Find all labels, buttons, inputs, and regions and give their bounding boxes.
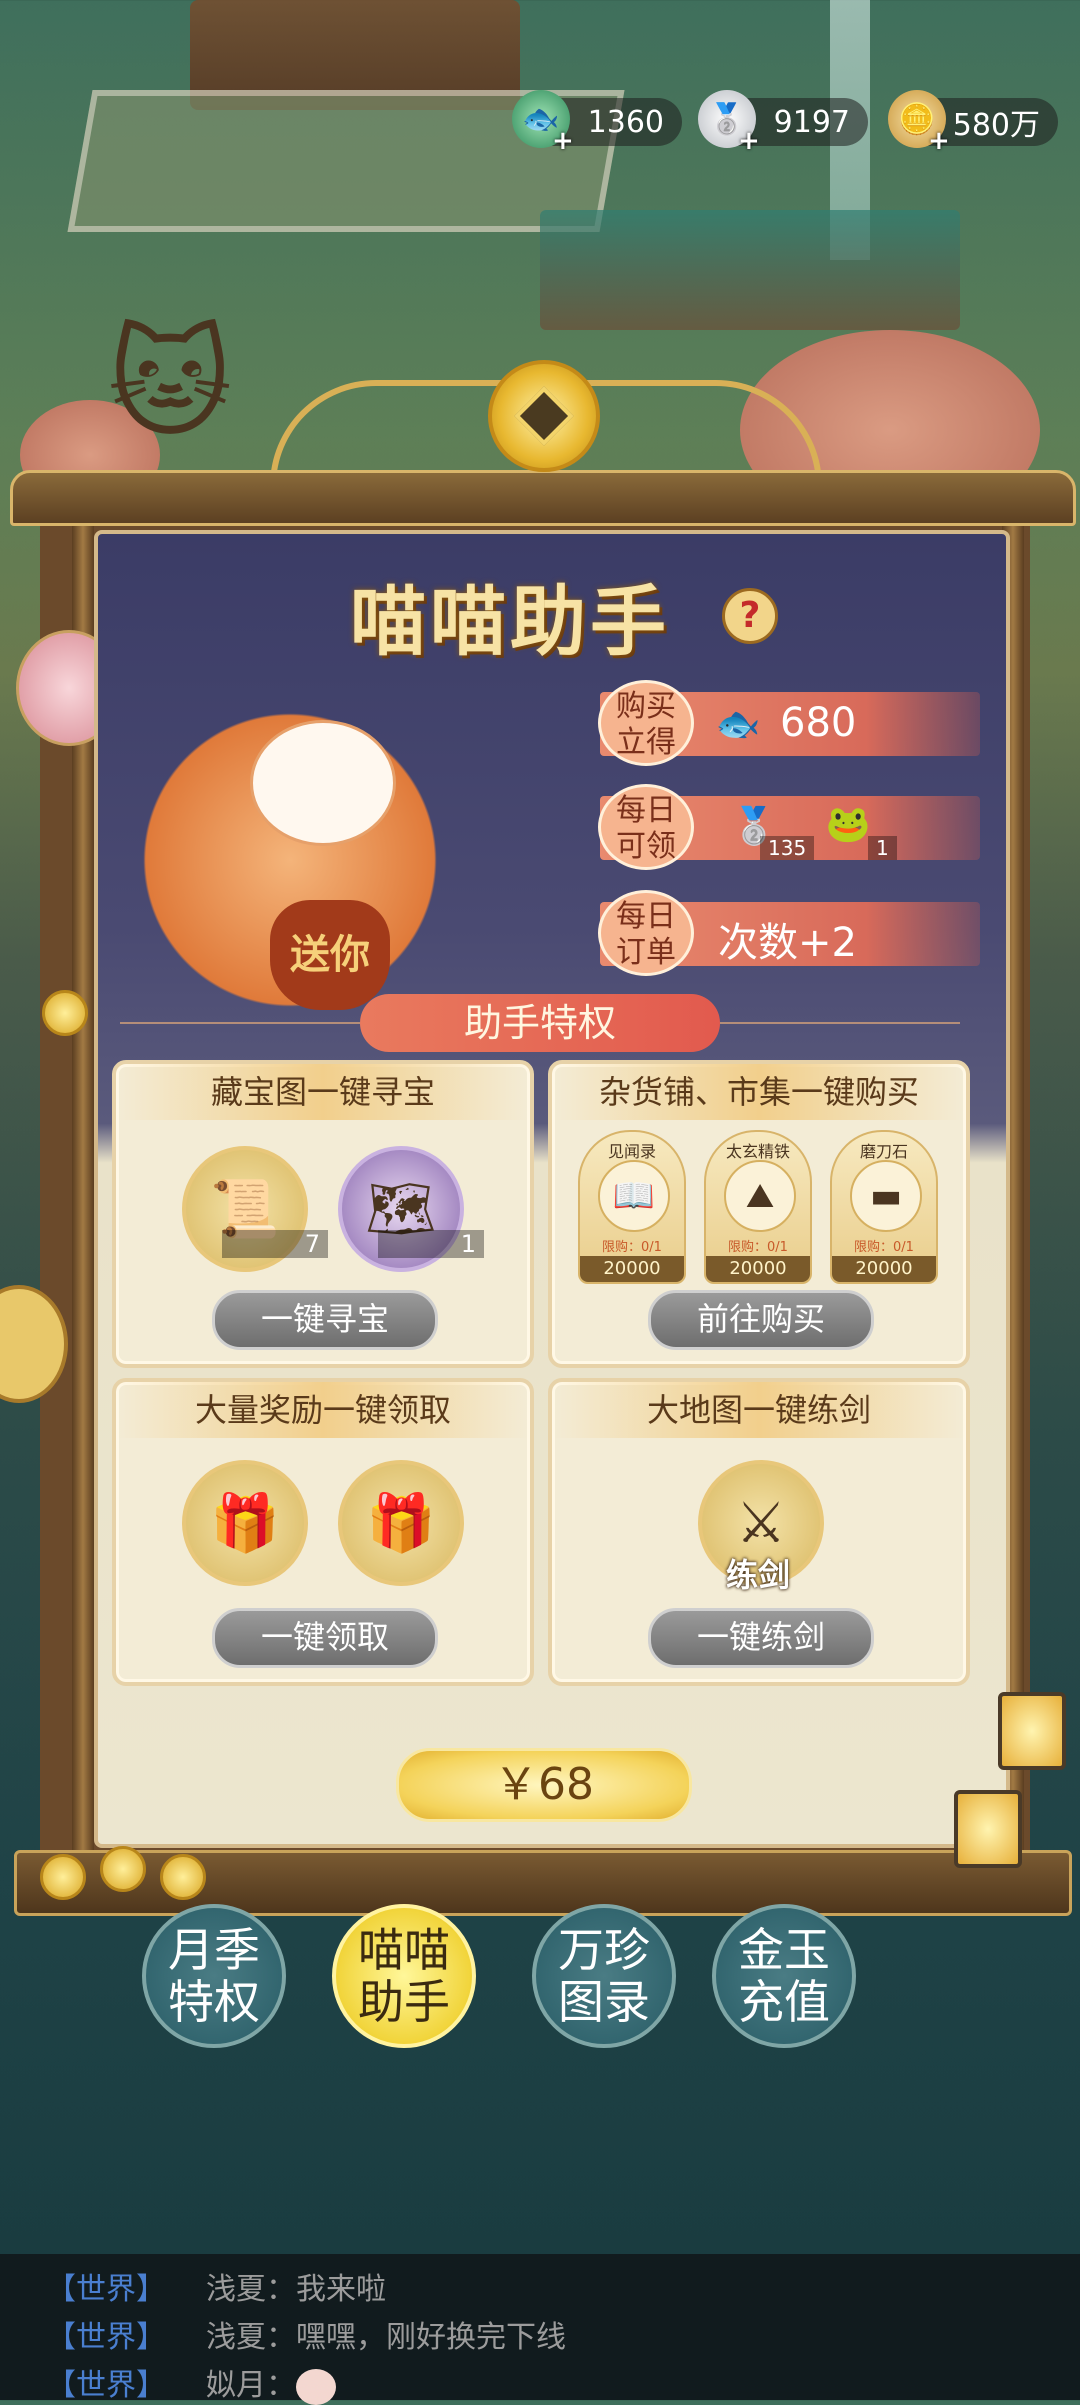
chat-channel: 【世界】: [46, 2368, 166, 2403]
currency-jade[interactable]: 🐟 + 1360: [512, 90, 682, 156]
frame-roof-beam: [10, 470, 1076, 526]
tab-label: 助手: [358, 1975, 450, 2029]
cat-face: [250, 720, 396, 846]
shop-item-name: 磨刀石: [859, 1142, 908, 1161]
one-click-claim-button[interactable]: 一键领取: [212, 1608, 438, 1668]
coin-icon: [40, 1854, 86, 1900]
tag-line: 每日: [616, 793, 676, 828]
tab-label: 图录: [558, 1975, 650, 2029]
reward-chest-icon: 🎁: [182, 1460, 308, 1586]
jade-fish-icon: 🐟: [715, 704, 761, 745]
chat-text: 浅夏：我来啦: [206, 2272, 386, 2307]
benefit-tag: 购买 立得: [598, 680, 694, 766]
shop-item-price: 20000: [706, 1256, 810, 1282]
item-qty: 1: [378, 1230, 484, 1258]
lantern-icon: [998, 1692, 1066, 1770]
coin-icon: [42, 990, 88, 1036]
reward-chest-icon: 🎁: [338, 1460, 464, 1586]
currency-value: 9197: [773, 104, 850, 140]
shop-item[interactable]: 见闻录 📖 限购：0/1 20000: [578, 1130, 686, 1284]
chat-channel: 【世界】: [46, 2272, 166, 2307]
add-icon[interactable]: +: [738, 126, 760, 156]
add-icon[interactable]: +: [552, 126, 574, 156]
shop-item-limit: 限购：0/1: [854, 1240, 914, 1255]
tag-line: 每日: [616, 899, 676, 934]
chat-channel: 【世界】: [46, 2320, 166, 2355]
whetstone-icon: ▬: [850, 1160, 922, 1232]
tab-label: 特权: [168, 1975, 260, 2029]
shop-item[interactable]: 磨刀石 ▬ 限购：0/1 20000: [830, 1130, 938, 1284]
waving-cat-icon: 🐱: [107, 315, 233, 454]
gift-bag: 送你: [270, 900, 390, 1010]
card-claim-rewards: 大量奖励一键领取 🎁 🎁 一键领取: [112, 1378, 534, 1686]
card-shop-buy: 杂货铺、市集一键购买 见闻录 📖 限购：0/1 20000 太玄精铁 ⛰ 限购：…: [548, 1060, 970, 1368]
tab-label: 万珍: [558, 1923, 650, 1977]
chat-line: 【世界】 姒月：: [46, 2360, 336, 2405]
card-sword-practice: 大地图一键练剑 ⚔ 练剑 一键练剑: [548, 1378, 970, 1686]
card-title: 杂货铺、市集一键购买: [552, 1064, 966, 1120]
lantern-icon: [954, 1790, 1022, 1868]
shop-item-limit: 限购：0/1: [728, 1240, 788, 1255]
shop-item-price: 20000: [580, 1256, 684, 1282]
item-qty: 135: [760, 836, 815, 860]
background-buildings: [540, 210, 960, 330]
shop-item-name: 太玄精铁: [725, 1142, 790, 1161]
world-chat[interactable]: 【世界】 浅夏：我来啦 【世界】 浅夏：嘿嘿，刚好换完下线 【世界】 姒月：: [0, 2254, 1080, 2405]
item-qty: 7: [222, 1230, 328, 1258]
tab-label: 喵喵: [358, 1923, 450, 1977]
tag-line: 立得: [616, 725, 676, 760]
benefit-tag: 每日 可领: [598, 784, 694, 870]
book-icon: 📖: [598, 1160, 670, 1232]
iron-ore-icon: ⛰: [724, 1160, 796, 1232]
tag-line: 购买: [616, 689, 676, 724]
shop-item[interactable]: 太玄精铁 ⛰ 限购：0/1 20000: [704, 1130, 812, 1284]
chat-line: 【世界】 浅夏：嘿嘿，刚好换完下线: [46, 2312, 566, 2356]
divider: [720, 1022, 960, 1024]
chat-text: 浅夏：嘿嘿，刚好换完下线: [206, 2320, 566, 2355]
tab-gold-recharge[interactable]: 金玉 充值: [712, 1904, 856, 2048]
tab-monthly-privilege[interactable]: 月季 特权: [142, 1904, 286, 2048]
currency-silver[interactable]: 🥈 + 9197: [698, 90, 868, 156]
tab-label: 充值: [738, 1975, 830, 2029]
benefit-value: 次数+2: [718, 920, 857, 966]
benefit-value: 680: [780, 700, 857, 746]
shop-item-limit: 限购：0/1: [602, 1240, 662, 1255]
tag-line: 可领: [616, 829, 676, 864]
panel-title: 喵喵助手: [350, 577, 670, 666]
add-icon[interactable]: +: [928, 126, 950, 156]
card-title: 大地图一键练剑: [552, 1382, 966, 1438]
tab-label: 金玉: [738, 1923, 830, 1977]
item-qty: 1: [868, 836, 897, 860]
privilege-header: 助手特权: [360, 994, 720, 1052]
currency-value: 580万: [952, 108, 1040, 143]
tag-line: 订单: [616, 935, 676, 970]
emoji-icon: [296, 2368, 336, 2405]
card-treasure-hunt: 藏宝图一键寻宝 📜 7 🗺 1 一键寻宝: [112, 1060, 534, 1368]
currency-copper[interactable]: 🪙 + 580万: [888, 90, 1058, 156]
card-title: 大量奖励一键领取: [116, 1382, 530, 1438]
tab-label: 月季: [168, 1923, 260, 1977]
coin-icon: [100, 1846, 146, 1892]
one-click-treasure-button[interactable]: 一键寻宝: [212, 1290, 438, 1350]
currency-value: 1360: [587, 104, 664, 140]
chat-text: 姒月：: [206, 2368, 296, 2403]
icon-label: 练剑: [725, 1556, 790, 1594]
card-title: 藏宝图一键寻宝: [116, 1064, 530, 1120]
ancient-coin-icon: [488, 360, 600, 472]
benefit-tag: 每日 订单: [598, 890, 694, 976]
one-click-practice-button[interactable]: 一键练剑: [648, 1608, 874, 1668]
go-buy-button[interactable]: 前往购买: [648, 1290, 874, 1350]
tab-cat-assistant[interactable]: 喵喵 助手: [332, 1904, 476, 2048]
tab-treasure-catalog[interactable]: 万珍 图录: [532, 1904, 676, 2048]
divider: [120, 1022, 360, 1024]
shop-item-price: 20000: [832, 1256, 936, 1282]
purchase-price-button[interactable]: ￥68: [396, 1748, 692, 1822]
chat-line: 【世界】 浅夏：我来啦: [46, 2264, 386, 2308]
shop-item-name: 见闻录: [607, 1142, 656, 1161]
help-icon[interactable]: ?: [722, 588, 778, 644]
coin-icon: [160, 1854, 206, 1900]
